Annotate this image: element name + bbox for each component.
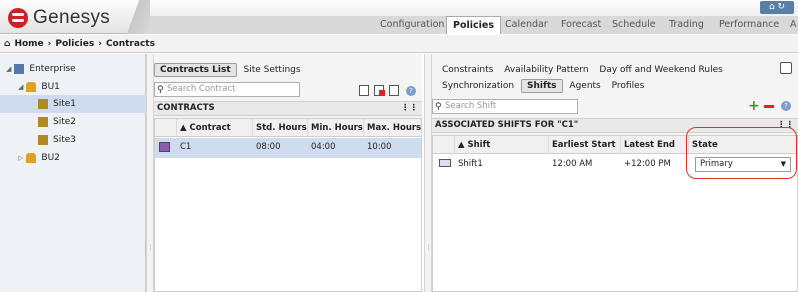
tab-trading[interactable]: Trading	[669, 16, 704, 34]
column-shift[interactable]: ▲ Shift	[455, 136, 549, 154]
table-row[interactable]: C1 08:00 04:00 10:00	[155, 138, 421, 158]
tree-item-bu2[interactable]: ▷ BU2	[18, 149, 60, 167]
splitter[interactable]: ⋮	[424, 54, 432, 292]
genesys-logo-icon	[8, 8, 28, 28]
brand-name: Genesys	[33, 7, 111, 28]
tab-synchronization[interactable]: Synchronization	[442, 81, 514, 91]
help-icon[interactable]: ?	[781, 101, 791, 111]
contracts-section-title: CONTRACTS ⋮⋮	[154, 101, 422, 116]
tab-forecast[interactable]: Forecast	[561, 16, 601, 34]
shift-name: Shift1	[458, 159, 483, 169]
home-icon[interactable]: ⌂	[4, 39, 10, 49]
remove-shift-icon[interactable]	[764, 105, 774, 108]
contracts-list-tab[interactable]: Contracts List	[154, 63, 237, 77]
earliest-start: 12:00 AM	[552, 159, 593, 169]
search-icon: ⚲	[157, 85, 164, 95]
genesys-logo: Genesys	[5, 4, 165, 32]
chevron-right-icon: ›	[98, 39, 102, 49]
tree-item-site1[interactable]: Site1	[0, 95, 146, 113]
contract-icon	[159, 142, 170, 152]
tab-performance[interactable]: Performance	[719, 16, 779, 34]
tree-item-site2[interactable]: Site2	[38, 113, 76, 131]
top-bar: Genesys Configuration Policies Calendar …	[0, 0, 798, 34]
contracts-grid: ▲ Contract Std. Hours Min. Hours Max. Ho…	[154, 118, 422, 292]
home-refresh-icons[interactable]: ⌂ ↻	[760, 1, 794, 14]
tree-item-enterprise[interactable]: ◢ Enterprise	[6, 60, 76, 78]
site-icon	[38, 98, 48, 109]
tab-policies[interactable]: Policies	[446, 16, 501, 34]
grid-menu-icon[interactable]: ⋮⋮	[401, 102, 418, 115]
search-contract-input[interactable]: ⚲ Search Contract	[154, 82, 300, 97]
max-hours: 10:00	[367, 142, 392, 152]
contracts-grid-header: ▲ Contract Std. Hours Min. Hours Max. Ho…	[155, 119, 421, 137]
tree-item-site3[interactable]: Site3	[38, 131, 76, 149]
latest-end: +12:00 PM	[624, 159, 671, 169]
expand-icon[interactable]: ▷	[18, 154, 23, 162]
min-hours: 04:00	[311, 142, 336, 152]
tab-agents[interactable]: Agents	[569, 81, 600, 91]
tab-profiles[interactable]: Profiles	[612, 81, 645, 91]
contracts-panel: Contracts List Site Settings ⚲ Search Con…	[154, 54, 422, 292]
copy-document-icon[interactable]	[389, 85, 399, 96]
chevron-right-icon: ›	[47, 39, 52, 49]
site-icon	[38, 134, 48, 145]
tab-availability-pattern[interactable]: Availability Pattern	[504, 65, 588, 75]
help-icon[interactable]: ?	[406, 86, 416, 96]
business-unit-icon	[26, 152, 37, 163]
tab-constraints[interactable]: Constraints	[442, 65, 493, 75]
tab-day-off-weekend-rules[interactable]: Day off and Weekend Rules	[599, 65, 722, 75]
splitter[interactable]: ⋮	[146, 54, 154, 292]
tab-configuration[interactable]: Configuration	[380, 16, 444, 34]
tab-calendar[interactable]: Calendar	[505, 16, 548, 34]
highlight-annotation	[686, 127, 797, 179]
delete-document-icon[interactable]	[374, 85, 385, 96]
search-shift-input[interactable]: ⚲ Search Shift	[432, 99, 578, 114]
site-icon	[38, 116, 48, 127]
column-std-hours[interactable]: Std. Hours	[253, 119, 308, 137]
breadcrumb: ⌂ Home › Policies › Contracts	[0, 35, 798, 53]
breadcrumb-contracts: Contracts	[105, 39, 155, 49]
column-latest-end[interactable]: Latest End	[621, 136, 689, 154]
save-icon[interactable]	[780, 62, 792, 74]
contract-name: C1	[180, 142, 192, 152]
breadcrumb-policies[interactable]: Policies	[55, 39, 94, 49]
business-unit-icon	[26, 81, 37, 92]
tab-shifts[interactable]: Shifts	[520, 79, 563, 93]
site-settings-tab[interactable]: Site Settings	[244, 65, 301, 75]
enterprise-icon	[14, 63, 25, 74]
shift-icon	[439, 159, 451, 167]
column-max-hours[interactable]: Max. Hours	[364, 119, 421, 137]
collapse-icon[interactable]: ◢	[18, 83, 23, 91]
breadcrumb-home[interactable]: Home	[14, 39, 43, 49]
tab-a[interactable]: A	[790, 16, 797, 34]
column-contract[interactable]: ▲ Contract	[177, 119, 253, 137]
column-min-hours[interactable]: Min. Hours	[308, 119, 364, 137]
tab-schedule[interactable]: Schedule	[612, 16, 656, 34]
std-hours: 08:00	[256, 142, 281, 152]
tree-item-bu1[interactable]: ◢ BU1	[18, 78, 60, 96]
add-shift-icon[interactable]: +	[748, 99, 760, 113]
new-document-icon[interactable]	[359, 85, 369, 96]
object-tree: ◢ Enterprise ◢ BU1 Site1 Site2 Site3 ▷ BU2	[0, 54, 146, 292]
collapse-icon[interactable]: ◢	[6, 65, 11, 73]
search-icon: ⚲	[435, 102, 442, 112]
column-earliest-start[interactable]: Earliest Start	[549, 136, 621, 154]
